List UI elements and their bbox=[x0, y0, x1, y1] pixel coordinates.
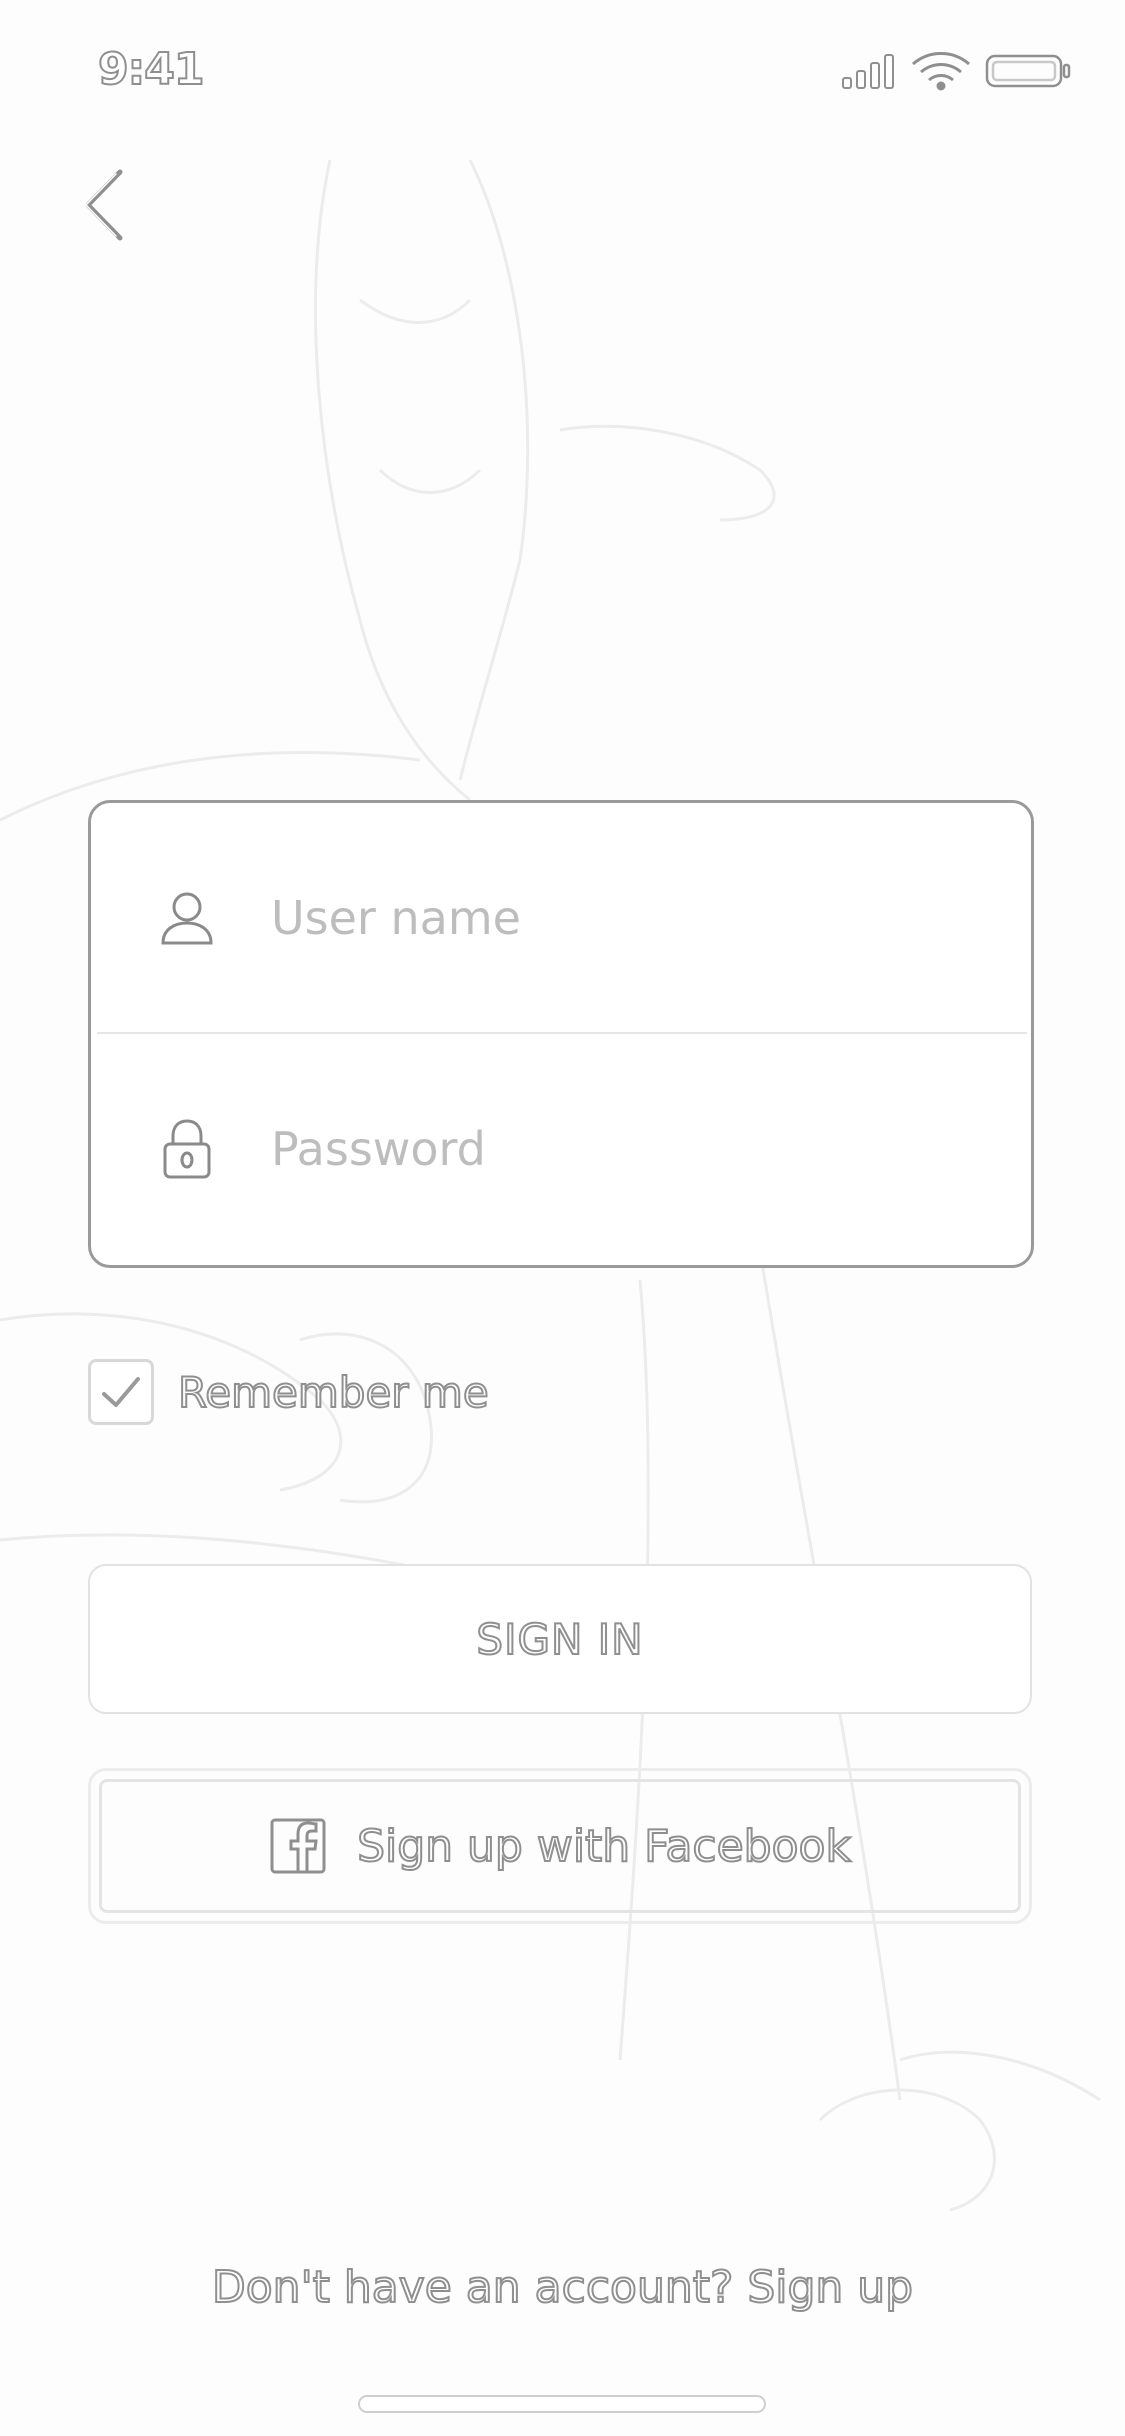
signup-prompt-text: Don't have an account? bbox=[211, 2261, 734, 2314]
facebook-icon bbox=[270, 1818, 326, 1874]
home-indicator[interactable] bbox=[358, 2395, 766, 2413]
sign-in-button[interactable]: SIGN IN bbox=[88, 1564, 1032, 1714]
password-field bbox=[91, 1034, 1031, 1264]
remember-me-label[interactable]: Remember me bbox=[177, 1367, 490, 1418]
user-icon bbox=[161, 892, 213, 945]
facebook-signup-button[interactable]: Sign up with Facebook bbox=[88, 1768, 1032, 1924]
facebook-signup-label: Sign up with Facebook bbox=[356, 1820, 852, 1873]
signup-prompt: Don't have an account? Sign up bbox=[0, 2261, 1125, 2314]
login-card bbox=[88, 800, 1034, 1268]
password-input[interactable] bbox=[269, 1108, 993, 1190]
remember-me-checkbox[interactable] bbox=[88, 1359, 154, 1425]
sign-in-label: SIGN IN bbox=[475, 1614, 644, 1665]
status-time: 9:41 bbox=[97, 43, 205, 96]
status-icons bbox=[842, 52, 1071, 91]
lock-icon bbox=[163, 1119, 211, 1179]
wifi-icon bbox=[912, 52, 970, 91]
status-bar: 9:41 bbox=[0, 0, 1125, 132]
back-button[interactable] bbox=[70, 160, 150, 250]
username-input[interactable] bbox=[269, 877, 993, 959]
chevron-left-icon bbox=[84, 169, 123, 241]
username-field bbox=[91, 803, 1031, 1033]
signup-link[interactable]: Sign up bbox=[746, 2261, 914, 2314]
remember-me-row: Remember me bbox=[88, 1352, 490, 1432]
battery-icon bbox=[985, 54, 1071, 88]
checkmark-icon bbox=[102, 1377, 140, 1407]
facebook-button-inner: Sign up with Facebook bbox=[99, 1779, 1021, 1913]
signal-icon bbox=[842, 54, 894, 89]
login-screen: 9:41 User name Remember me SIGN IN Sign … bbox=[0, 0, 1125, 2436]
